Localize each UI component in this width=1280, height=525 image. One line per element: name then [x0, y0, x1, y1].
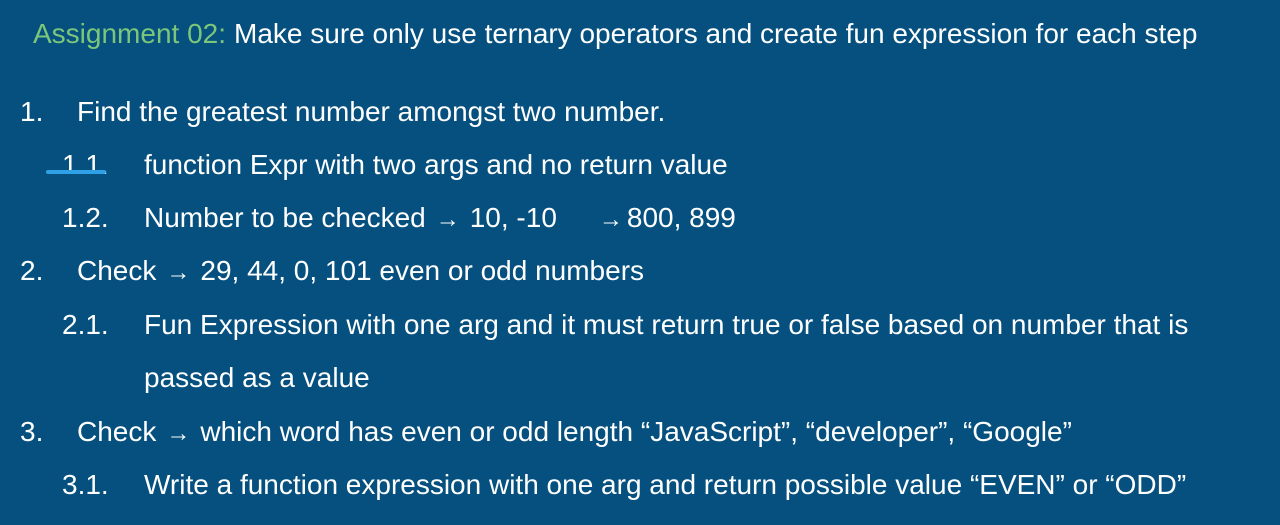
right-arrow-icon: → — [166, 259, 191, 286]
list-text-part: 29, 44, 0, 101 even or odd numbers — [200, 255, 645, 286]
list-number: 1.1. — [62, 149, 109, 180]
list-text: Write a function expression with one arg… — [144, 469, 1187, 500]
slide: Assignment 02: Make sure only use ternary… — [0, 0, 1280, 525]
list-text-part: 10, -10 — [469, 202, 557, 233]
list-text-part: which word has even or odd length “JavaS… — [200, 416, 1072, 447]
right-arrow-icon: → — [598, 206, 623, 233]
list-text: Number to be checked → 10, -10 → 800, 899 — [144, 200, 736, 238]
list-number: 1. — [20, 96, 44, 127]
list-text-part: 800, 899 — [626, 202, 736, 233]
right-arrow-icon: → — [435, 206, 460, 233]
list-text: function Expr with two args and no retur… — [144, 149, 728, 180]
list-number: 2. — [20, 255, 44, 286]
list-number: 1.2. — [62, 202, 109, 233]
strike-annotation — [46, 170, 106, 174]
assignment-instruction: Make sure only use ternary operators and… — [234, 18, 1198, 49]
list-number: 2.1. — [62, 309, 109, 340]
list-text: Fun Expression with one arg and it must … — [144, 309, 1189, 340]
right-arrow-icon: → — [166, 420, 191, 447]
list-text: Check → which word has even or odd length … — [77, 414, 1072, 452]
list-text-part: Number to be checked — [144, 202, 426, 233]
list-text-part: Check — [77, 416, 157, 447]
list-text-part: Check — [77, 255, 157, 286]
list-number: 3.1. — [62, 469, 109, 500]
list-text: passed as a value — [144, 362, 370, 393]
list-text: Find the greatest number amongst two num… — [77, 96, 666, 127]
assignment-title: Assignment 02: Make sure only use ternary… — [33, 14, 1197, 54]
list-text: Check → 29, 44, 0, 101 even or odd numbers — [77, 253, 644, 291]
list-number: 3. — [20, 416, 44, 447]
assignment-label: Assignment 02: — [33, 18, 226, 49]
